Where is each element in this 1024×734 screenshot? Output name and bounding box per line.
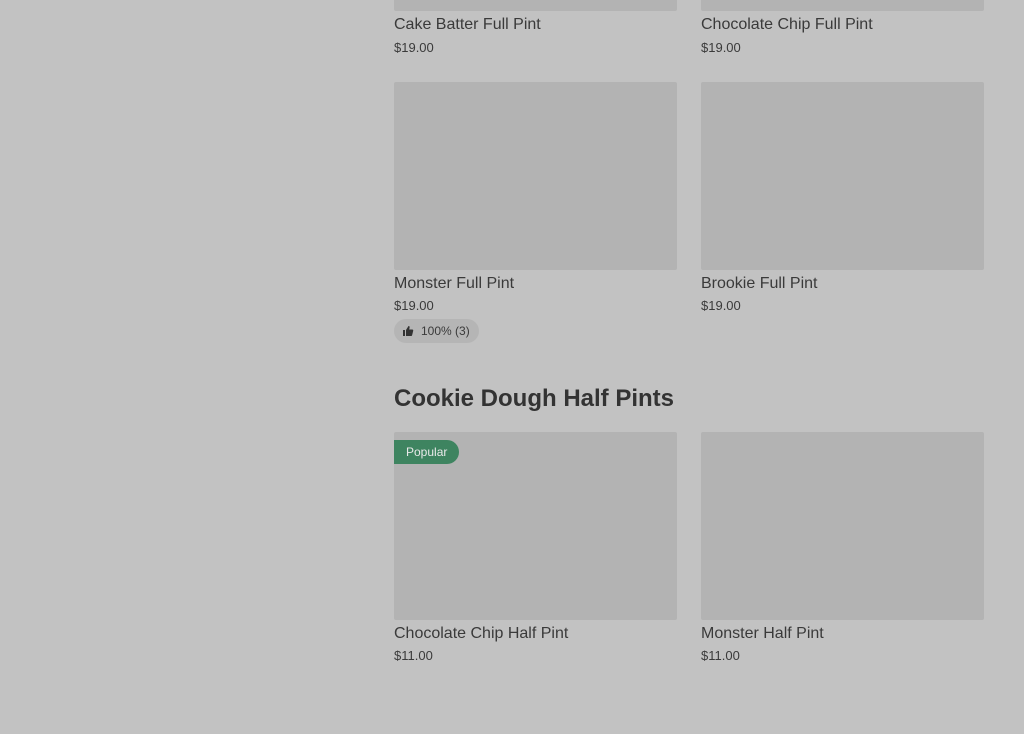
rating-badge: 100% (3): [394, 319, 479, 343]
item-title: Monster Full Pint: [394, 275, 515, 292]
menu-item-card[interactable]: Popular Chocolate Chip Half Pint $11.00: [394, 432, 677, 672]
item-price: $19.00: [701, 298, 741, 313]
item-image[interactable]: [701, 0, 984, 11]
section-title: Cookie Dough Half Pints: [394, 385, 675, 412]
popular-badge: Popular: [394, 440, 460, 464]
item-image[interactable]: [701, 82, 984, 270]
item-price: $11.00: [701, 648, 740, 663]
menu-item-card[interactable]: Chocolate Chip Full Pint $19.00: [701, 0, 984, 60]
item-title: Chocolate Chip Full Pint: [701, 16, 873, 33]
item-title: Cake Batter Full Pint: [394, 16, 541, 33]
item-price: $19.00: [394, 298, 434, 313]
menu-page: Cake Batter Full Pint $19.00 Chocolate C…: [0, 0, 1024, 734]
item-price: $19.00: [701, 40, 741, 55]
item-title: Monster Half Pint: [701, 625, 824, 642]
item-title: Brookie Full Pint: [701, 275, 818, 292]
thumbs-up-icon: [403, 326, 414, 336]
menu-item-card[interactable]: Monster Half Pint $11.00: [701, 432, 984, 672]
menu-item-card[interactable]: Monster Full Pint $19.00 100% (3): [394, 82, 677, 344]
menu-item-card[interactable]: Brookie Full Pint $19.00: [701, 82, 984, 322]
item-image[interactable]: [394, 82, 677, 270]
item-price: $19.00: [394, 40, 434, 55]
item-image[interactable]: [394, 0, 677, 11]
item-price: $11.00: [394, 648, 433, 663]
rating-text: 100% (3): [421, 324, 470, 338]
item-title: Chocolate Chip Half Pint: [394, 625, 569, 642]
menu-item-card[interactable]: Cake Batter Full Pint $19.00: [394, 0, 677, 60]
item-image[interactable]: [701, 432, 984, 620]
